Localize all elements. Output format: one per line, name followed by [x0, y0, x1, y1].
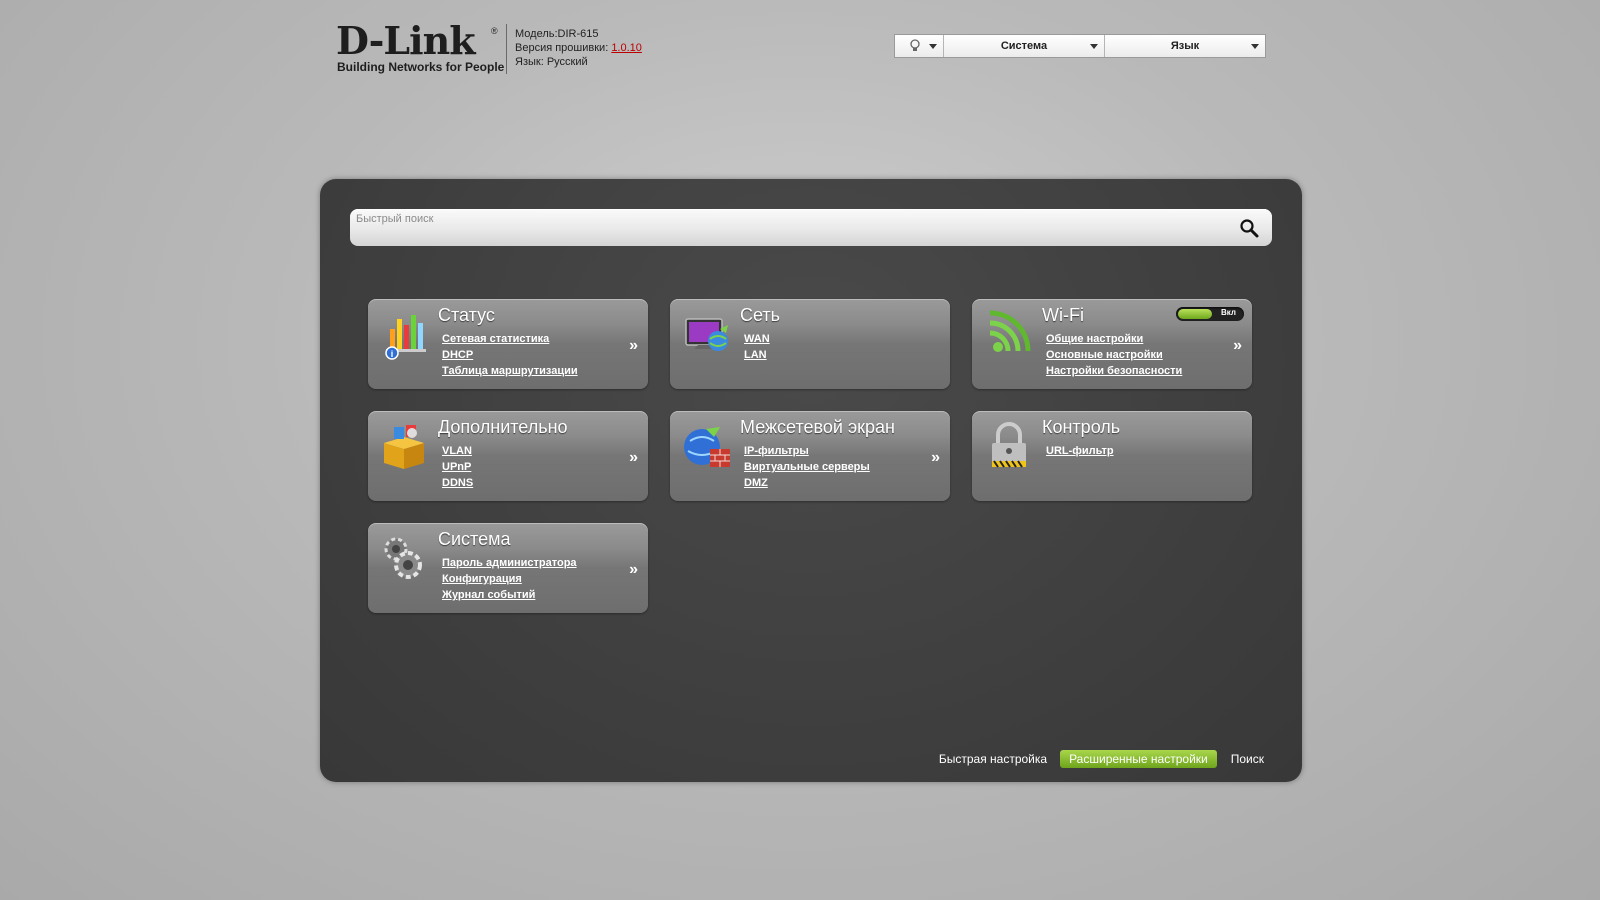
link-routing-table[interactable]: Таблица маршрутизации — [442, 363, 578, 379]
link-url-filter[interactable]: URL-фильтр — [1046, 443, 1114, 459]
tile-control: Контроль URL-фильтр — [972, 411, 1252, 501]
tile-title: Статус — [438, 305, 495, 325]
tile-system: Система Пароль администратора Конфигурац… — [368, 523, 648, 613]
quick-search-input[interactable] — [356, 211, 1216, 227]
device-info: Модель:DIR-615 Версия прошивки: 1.0.10 Я… — [515, 27, 642, 69]
link-network-statistics[interactable]: Сетевая статистика — [442, 331, 578, 347]
language-dropdown[interactable]: Язык — [1105, 35, 1265, 57]
tile-links: URL-фильтр — [1046, 443, 1114, 459]
model-text: Модель:DIR-615 — [515, 28, 599, 40]
link-general-settings[interactable]: Общие настройки — [1046, 331, 1182, 347]
gears-icon — [384, 537, 422, 579]
language-dropdown-label: Язык — [1170, 40, 1200, 52]
quick-setup-link[interactable]: Быстрая настройка — [939, 752, 1047, 766]
link-security-settings[interactable]: Настройки безопасности — [1046, 363, 1182, 379]
logo-tagline: Building Networks for People — [337, 60, 505, 74]
tile-links: IP-фильтры Виртуальные серверы DMZ — [744, 443, 870, 491]
dlink-logo[interactable]: D-Link ® Building Networks for People — [336, 18, 504, 78]
tile-firewall: Межсетевой экран IP-фильтры Виртуальные … — [670, 411, 950, 501]
link-lan[interactable]: LAN — [744, 347, 770, 363]
tile-title: Дополнительно — [438, 417, 568, 437]
wifi-toggle[interactable]: Вкл — [1176, 307, 1244, 321]
logo-wordmark: D-Link — [336, 18, 476, 63]
tile-status: i Статус Сетевая статистика DHCP Таблица… — [368, 299, 648, 389]
tile-links: WAN LAN — [744, 331, 770, 363]
advanced-settings-button[interactable]: Расширенные настройки — [1060, 750, 1217, 768]
link-ddns[interactable]: DDNS — [442, 475, 473, 491]
header-divider — [506, 24, 507, 74]
firmware-version-link[interactable]: 1.0.10 — [611, 42, 642, 54]
box-icon — [384, 425, 424, 469]
system-dropdown[interactable]: Система — [944, 35, 1105, 57]
notifications-dropdown[interactable] — [895, 35, 944, 57]
link-dhcp[interactable]: DHCP — [442, 347, 578, 363]
link-configuration[interactable]: Конфигурация — [442, 571, 577, 587]
header: D-Link ® Building Networks for People Мо… — [0, 0, 1600, 110]
tile-title: Сеть — [740, 305, 781, 325]
tile-links: Пароль администратора Конфигурация Журна… — [442, 555, 577, 603]
globe-firewall-icon — [684, 427, 730, 467]
link-upnp[interactable]: UPnP — [442, 459, 473, 475]
tile-wifi: Wi-Fi Вкл Общие настройки Основные настр… — [972, 299, 1252, 389]
tile-advanced: Дополнительно VLAN UPnP DDNS » — [368, 411, 648, 501]
tile-title: Контроль — [1042, 417, 1121, 437]
tile-links: Сетевая статистика DHCP Таблица маршрути… — [442, 331, 578, 379]
tile-title: Межсетевой экран — [740, 417, 895, 437]
svg-text:i: i — [391, 349, 394, 359]
toggle-label: Вкл — [1221, 308, 1236, 317]
link-virtual-servers[interactable]: Виртуальные серверы — [744, 459, 870, 475]
link-admin-password[interactable]: Пароль администратора — [442, 555, 577, 571]
bottom-nav: Быстрая настройка Расширенные настройки … — [925, 750, 1264, 768]
monitor-globe-icon — [685, 318, 728, 351]
tile-more-button[interactable]: » — [1233, 337, 1242, 355]
link-ip-filters[interactable]: IP-фильтры — [744, 443, 870, 459]
system-dropdown-label: Система — [1000, 40, 1048, 52]
top-toolbar: Система Язык — [894, 34, 1266, 58]
tile-links: VLAN UPnP DDNS — [442, 443, 473, 491]
chevron-down-icon — [1090, 44, 1098, 49]
tile-network: Сеть WAN LAN — [670, 299, 950, 389]
tile-title: Система — [438, 529, 511, 549]
lightbulb-icon — [910, 39, 920, 51]
wifi-icon — [989, 310, 1031, 352]
padlock-icon — [992, 422, 1026, 468]
search-link[interactable]: Поиск — [1231, 752, 1264, 766]
tile-title: Wi-Fi — [1042, 305, 1084, 325]
language-text: Язык: Русский — [515, 56, 588, 68]
tile-more-button[interactable]: » — [629, 561, 638, 579]
link-basic-settings[interactable]: Основные настройки — [1046, 347, 1182, 363]
firmware-line: Версия прошивки: 1.0.10 — [515, 41, 642, 55]
tile-more-button[interactable]: » — [629, 337, 638, 355]
toggle-knob — [1178, 309, 1212, 319]
tile-more-button[interactable]: » — [931, 449, 940, 467]
magnifier-icon[interactable] — [1238, 217, 1260, 239]
chevron-down-icon — [929, 44, 937, 49]
chevron-down-icon — [1251, 44, 1259, 49]
link-wan[interactable]: WAN — [744, 331, 770, 347]
main-panel: i Статус Сетевая статистика DHCP Таблица… — [320, 179, 1302, 782]
link-event-log[interactable]: Журнал событий — [442, 587, 577, 603]
link-vlan[interactable]: VLAN — [442, 443, 473, 459]
link-dmz[interactable]: DMZ — [744, 475, 870, 491]
firmware-label: Версия прошивки: — [515, 42, 612, 54]
quick-search-bar — [350, 209, 1272, 246]
chart-icon: i — [385, 315, 426, 360]
logo-registered-mark: ® — [491, 26, 498, 36]
tile-links: Общие настройки Основные настройки Настр… — [1046, 331, 1182, 379]
tile-more-button[interactable]: » — [629, 449, 638, 467]
